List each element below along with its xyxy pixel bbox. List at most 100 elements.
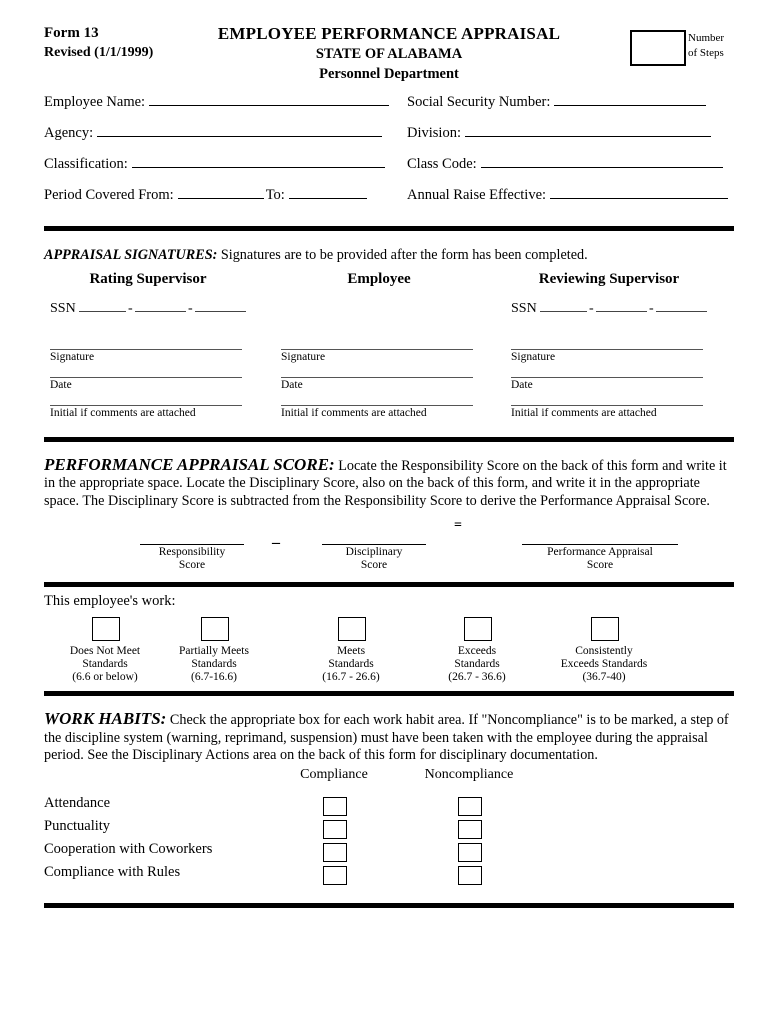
rating-caption-range: (26.7 - 36.6): [448, 671, 506, 683]
annual-raise-effective-field: Annual Raise Effective:: [407, 185, 729, 204]
reviewing-supervisor-ssn-part1[interactable]: [539, 299, 588, 312]
performance-appraisal-score-caption-line2: Score: [586, 559, 614, 571]
period-covered-field: Period Covered From: To:: [44, 185, 367, 204]
period-covered-from-input[interactable]: [177, 185, 264, 199]
ssn-separator-dash: -: [589, 300, 594, 316]
performance-appraisal-score-input[interactable]: [522, 544, 678, 545]
annual-raise-effective-input[interactable]: [550, 185, 729, 199]
rating-supervisor-ssn-part2[interactable]: [134, 299, 187, 312]
reviewing-supervisor-ssn-field: SSN - -: [511, 299, 708, 335]
rating-checkbox-does-not-meet-standards[interactable]: [92, 617, 120, 641]
form-revision-date: Revised (1/1/1999): [44, 45, 154, 60]
rating-supervisor-initial-caption: Initial if comments are attached: [50, 406, 196, 419]
reviewing-supervisor-signature-caption: Signature: [511, 350, 556, 363]
attendance-compliance-checkbox[interactable]: [323, 796, 347, 816]
info-row: Employee Name: Social Security Number:: [44, 92, 734, 123]
form-header: Form 13 Revised (1/1/1999) EMPLOYEE PERF…: [44, 22, 734, 84]
rating-caption-line1: Exceeds: [457, 645, 497, 657]
ssn-input[interactable]: [554, 92, 707, 106]
rating-caption-line2: Exceeds Standards: [560, 658, 648, 670]
attendance-noncompliance-checkbox[interactable]: [458, 796, 482, 816]
employee-signature-caption: Signature: [281, 350, 326, 363]
rating-supervisor-ssn-label: SSN: [50, 300, 76, 316]
responsibility-score-caption-line2: Score: [178, 559, 206, 571]
score-computation-area: Responsibility Score – Disciplinary Scor…: [44, 518, 734, 582]
work-habits-heading: WORK HABITS: Check the appropriate box f…: [44, 710, 734, 765]
rating-checkbox-partially-meets-standards[interactable]: [201, 617, 229, 641]
ssn-field: Social Security Number:: [407, 92, 707, 111]
work-habits-header-compliance: Compliance: [300, 766, 368, 782]
work-habits-column-headers: Compliance Noncompliance: [44, 767, 734, 787]
reviewing-supervisor-heading: Reviewing Supervisor: [538, 270, 680, 287]
work-habit-label-attendance: Attendance: [44, 794, 111, 811]
appraisal-signatures-instruction: Signatures are to be provided after the …: [220, 247, 588, 263]
reviewing-supervisor-ssn-part3[interactable]: [655, 299, 708, 312]
rating-caption-range: (16.7 - 26.6): [322, 671, 380, 683]
form-subtitle-state: STATE OF ALABAMA: [315, 46, 463, 62]
performance-appraisal-score-caption: Performance Appraisal Score: [522, 546, 678, 572]
punctuality-compliance-checkbox[interactable]: [323, 819, 347, 839]
employee-initial-caption: Initial if comments are attached: [281, 406, 427, 419]
rating-prompt: This employee's work:: [44, 593, 176, 609]
equals-operator-icon: =: [454, 518, 462, 533]
rating-caption-meets-standards: Meets Standards (16.7 - 26.6): [286, 645, 416, 684]
rating-caption-consistently-exceeds-standards: Consistently Exceeds Standards (36.7-40): [539, 645, 669, 684]
signature-column-rating-supervisor: Rating Supervisor SSN - - Signature Date…: [50, 271, 247, 419]
period-covered-to-input[interactable]: [288, 185, 367, 199]
class-code-field: Class Code:: [407, 154, 723, 173]
appraisal-signatures-heading: APPRAISAL SIGNATURES: Signatures are to …: [44, 247, 734, 265]
cooperation-compliance-checkbox[interactable]: [323, 842, 347, 862]
rules-noncompliance-checkbox[interactable]: [458, 865, 482, 885]
employee-ssn-spacer: [281, 299, 477, 335]
form-sheet: Form 13 Revised (1/1/1999) EMPLOYEE PERF…: [44, 22, 734, 908]
responsibility-score-caption: Responsibility Score: [140, 546, 244, 572]
class-code-input[interactable]: [480, 154, 723, 168]
signature-column-reviewing-supervisor: Reviewing Supervisor SSN - - Signature D…: [511, 270, 708, 419]
work-habits-row-punctuality: Punctuality: [44, 818, 734, 841]
rating-checkbox-exceeds-standards[interactable]: [464, 617, 492, 641]
classification-label: Classification:: [44, 156, 128, 172]
rating-supervisor-ssn-part3[interactable]: [194, 299, 247, 312]
punctuality-noncompliance-checkbox[interactable]: [458, 819, 482, 839]
rating-caption-line2: Standards: [191, 658, 237, 670]
rating-caption-line2: Standards: [454, 658, 500, 670]
section-divider: [44, 582, 734, 587]
employee-name-field: Employee Name:: [44, 92, 390, 111]
cooperation-noncompliance-checkbox[interactable]: [458, 842, 482, 862]
reviewing-supervisor-ssn-label: SSN: [511, 300, 537, 316]
section-divider-bottom: [44, 902, 734, 908]
work-habit-label-punctuality: Punctuality: [44, 817, 111, 834]
disciplinary-score-caption-line2: Score: [360, 559, 388, 571]
rating-supervisor-ssn-part1[interactable]: [78, 299, 127, 312]
employee-info-fields: Employee Name: Social Security Number: A…: [44, 92, 734, 216]
rules-compliance-checkbox[interactable]: [323, 865, 347, 885]
work-habits-row-cooperation-with-coworkers: Cooperation with Coworkers: [44, 841, 734, 864]
work-habit-label-compliance-with-rules: Compliance with Rules: [44, 863, 181, 880]
responsibility-score-input[interactable]: [140, 544, 244, 545]
rating-checkbox-consistently-exceeds-standards[interactable]: [591, 617, 619, 641]
employee-heading: Employee: [347, 270, 411, 287]
rating-checkbox-meets-standards[interactable]: [338, 617, 366, 641]
ssn-separator-dash: -: [188, 300, 193, 316]
minus-operator-icon: –: [272, 534, 280, 551]
info-row: Classification: Class Code:: [44, 154, 734, 185]
disciplinary-score-input[interactable]: [322, 544, 426, 545]
score-section-heading: PERFORMANCE APPRAISAL SCORE: Locate the …: [44, 454, 734, 511]
rating-caption-line1: Consistently: [575, 645, 633, 657]
work-habit-label-cooperation-with-coworkers: Cooperation with Coworkers: [44, 840, 213, 857]
rating-caption-range: (36.7-40): [582, 671, 626, 683]
agency-input[interactable]: [97, 123, 383, 137]
classification-field: Classification:: [44, 154, 385, 173]
number-of-steps-label-line2: of Steps: [688, 47, 724, 59]
number-of-steps-input[interactable]: [630, 30, 686, 66]
classification-input[interactable]: [131, 154, 385, 168]
rating-caption-exceeds-standards: Exceeds Standards (26.7 - 36.6): [412, 645, 542, 684]
signature-columns: Rating Supervisor SSN - - Signature Date…: [44, 271, 734, 431]
division-input[interactable]: [464, 123, 711, 137]
signature-column-employee: Employee Signature Date Initial if comme…: [281, 271, 477, 419]
score-section-title: PERFORMANCE APPRAISAL SCORE:: [44, 454, 335, 474]
employee-name-input[interactable]: [149, 92, 390, 106]
reviewing-supervisor-ssn-part2[interactable]: [595, 299, 648, 312]
rating-caption-range: (6.7-16.6): [191, 671, 237, 683]
ssn-separator-dash: -: [649, 300, 654, 316]
